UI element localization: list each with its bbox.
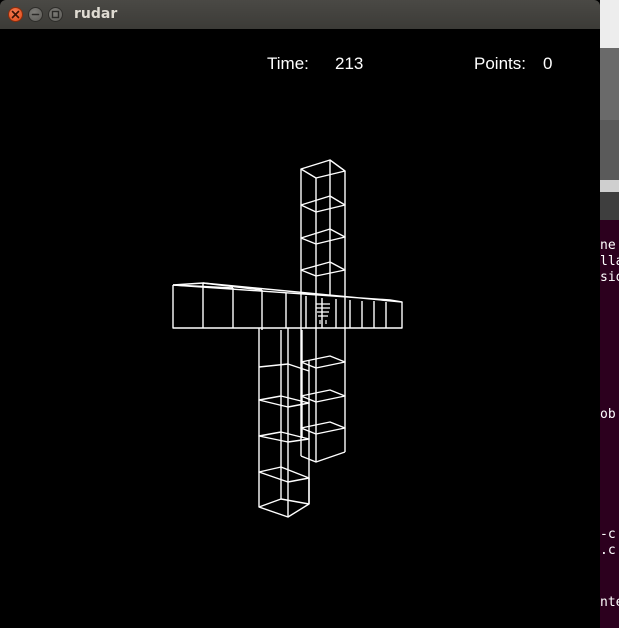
terminal-line: nte <box>600 595 619 610</box>
terminal-line: -c <box>600 527 616 542</box>
background-terminal-window: ne lla sio ob -c .c nte <box>600 0 619 628</box>
background-window-tab-bar <box>600 192 619 220</box>
terminal-line: .c <box>600 543 616 558</box>
background-window-header <box>600 0 619 48</box>
wireframe-tower-lower <box>258 328 310 518</box>
terminal-line: ne <box>600 238 616 253</box>
wireframe-tower-vertical <box>300 159 346 463</box>
game-window: rudar Time: 213 Points: 0 <box>0 0 600 628</box>
player-ship <box>316 303 330 324</box>
points-value: 0 <box>543 54 553 73</box>
terminal-line: ob <box>600 407 616 422</box>
wireframe-beam-horizontal <box>172 282 403 329</box>
terminal-line: lla <box>600 254 619 269</box>
wireframe-scene <box>172 159 403 518</box>
background-window-toolbar <box>600 48 619 120</box>
points-label: Points: <box>474 54 526 73</box>
background-window-toolbar-lower <box>600 120 619 180</box>
terminal-line: sio <box>600 270 619 285</box>
time-value: 213 <box>335 54 364 73</box>
background-window-tab <box>600 180 619 192</box>
time-label: Time: <box>267 54 309 73</box>
